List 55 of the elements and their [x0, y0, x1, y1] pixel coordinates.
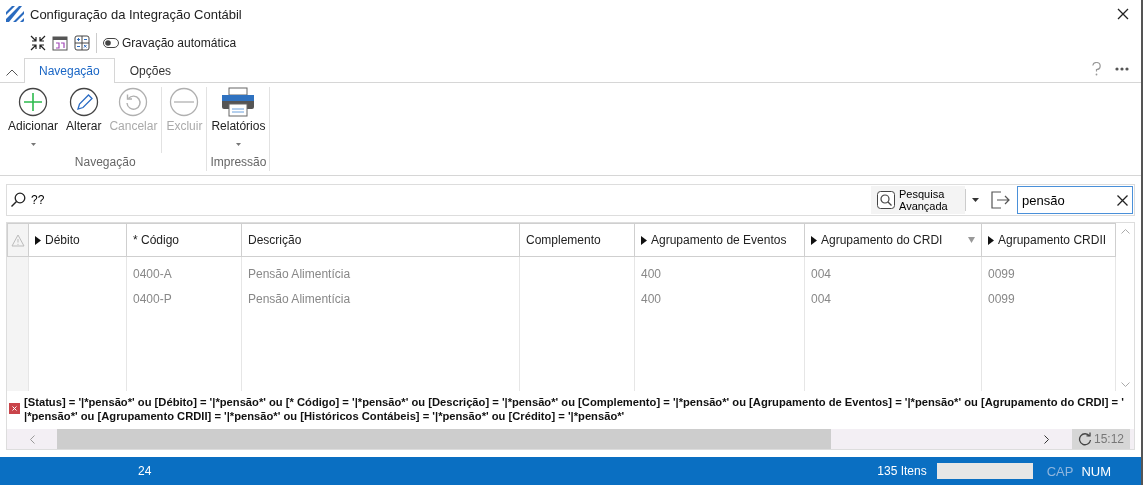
table-cell: 0099: [988, 266, 1015, 281]
column-header[interactable]: Descrição: [242, 223, 520, 257]
minus-icon: [169, 87, 200, 117]
key-indicator: NUM: [1081, 463, 1111, 479]
refresh-icon: [1077, 432, 1092, 446]
item-count: 135 Itens: [877, 464, 927, 478]
ribbon-tab[interactable]: Opções: [114, 58, 187, 83]
caret-icon: [30, 143, 36, 146]
filter-expression: [Status] = '|*pensão*' ou [Débito] = '|*pensão*' ou [* Código] = '|*pensão*' ou [Descrição] = '|*pensão*' ou [Complemento] = '|*pensão*' ou [Agrupamento de Eventos] = '|*pensão*' ou [Agrupamento do CRDI] = ' |*pensão*' ou [Agrupamento CRDII] = '|*pensão*' ou [Históricos Contábeis] = '|*pensão*' ou [Crédito] = '|*pensão*': [24, 395, 1125, 423]
column-header[interactable]: * Código: [127, 223, 242, 257]
ribbon-button[interactable]: Alterar: [62, 87, 106, 155]
expand-arrow-icon[interactable]: [35, 235, 41, 245]
column-header[interactable]: Agrupamento do CRDI: [805, 223, 982, 257]
expand-arrow-icon[interactable]: [641, 235, 647, 245]
table-cell: 0400-P: [133, 291, 172, 306]
close-icon[interactable]: [1117, 8, 1129, 20]
expand-arrow-icon[interactable]: [988, 235, 994, 245]
caret-icon: [235, 143, 241, 146]
calendar-icon[interactable]: [52, 35, 68, 51]
window-title: Configuração da Integração Contábil: [30, 6, 243, 22]
expand-arrow-icon[interactable]: [811, 235, 817, 245]
undo-icon: [118, 87, 149, 117]
table-cell: 400: [641, 266, 662, 281]
add-icon: [18, 87, 48, 117]
toggle-icon: [103, 38, 119, 48]
app-logo-icon: [6, 6, 24, 22]
group-label: Impressão: [209, 155, 268, 171]
pencil-icon: [68, 87, 99, 117]
autosave-toggle[interactable]: Gravação automática: [103, 36, 237, 50]
table-cell: 0099: [988, 291, 1015, 306]
column-header[interactable]: Débito: [29, 223, 127, 257]
more-options-icon[interactable]: [1115, 67, 1129, 71]
group-label: Navegação: [73, 155, 137, 171]
table-cell: 400: [641, 291, 662, 306]
key-indicator: CAP: [1046, 463, 1074, 479]
ribbon-button[interactable]: Relatórios: [207, 87, 270, 155]
collapse-arrows-icon[interactable]: [30, 35, 46, 51]
scrollbar-thumb[interactable]: [57, 429, 831, 449]
printer-icon: [221, 87, 256, 117]
table-cell: Pensão Alimentícia: [248, 291, 351, 306]
table-cell: Pensão Alimentícia: [248, 266, 351, 281]
column-header[interactable]: Agrupamento de Eventos: [635, 223, 805, 257]
record-count: 24: [138, 464, 152, 478]
column-header[interactable]: Complemento: [520, 223, 635, 257]
ribbon-tab[interactable]: Navegação: [24, 58, 115, 83]
collapse-ribbon-icon[interactable]: [6, 69, 18, 76]
table-cell: 004: [811, 266, 832, 281]
ribbon-button[interactable]: Adicionar: [4, 87, 63, 155]
calculator-grid-icon[interactable]: [74, 35, 90, 51]
table-cell: 004: [811, 291, 832, 306]
warning-icon: [11, 233, 25, 247]
help-icon[interactable]: [1092, 62, 1101, 76]
column-header[interactable]: Agrupamento CRDII: [982, 223, 1116, 257]
filter-icon[interactable]: [968, 237, 975, 243]
table-cell: 0400-A: [133, 266, 172, 281]
